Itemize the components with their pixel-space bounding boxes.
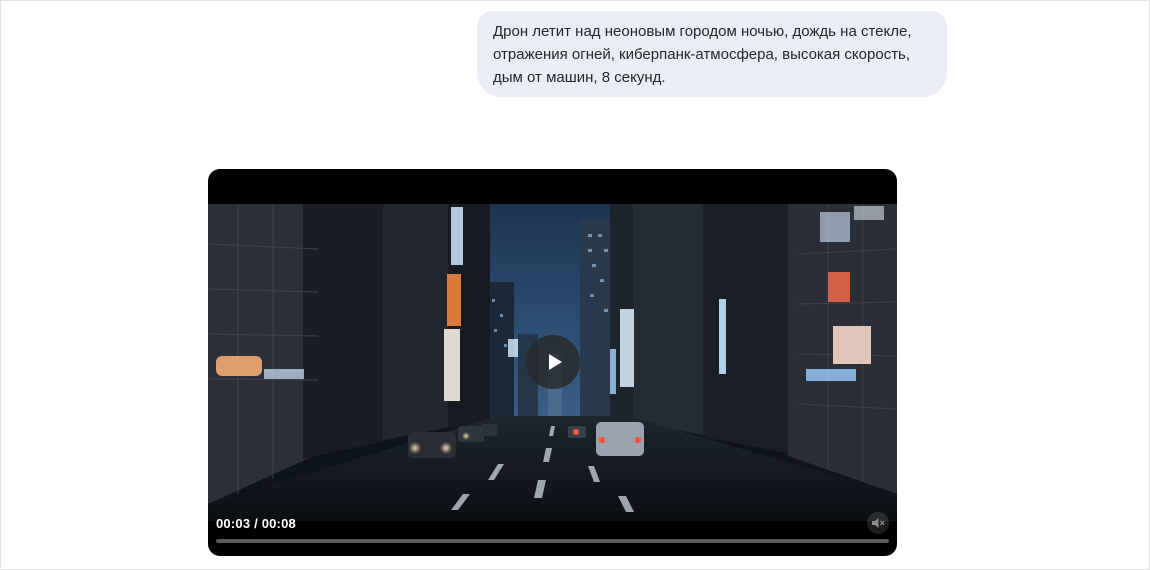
user-message-text: Дрон летит над неоновым городом ночью, д… xyxy=(493,23,912,86)
time-readout: 00:03 / 00:08 xyxy=(216,516,296,531)
chat-page: Дрон летит над неоновым городом ночью, д… xyxy=(0,0,1150,570)
speaker-muted-icon xyxy=(872,518,885,528)
play-icon xyxy=(548,354,562,370)
video-player[interactable]: 00:03 / 00:08 xyxy=(208,169,897,556)
duration: 00:08 xyxy=(261,516,296,531)
progress-bar[interactable] xyxy=(216,539,889,543)
time-separator: / xyxy=(254,516,258,531)
play-button[interactable] xyxy=(526,335,580,389)
user-message-bubble: Дрон летит над неоновым городом ночью, д… xyxy=(477,11,947,97)
mute-button[interactable] xyxy=(867,512,889,534)
current-time: 00:03 xyxy=(216,516,251,531)
